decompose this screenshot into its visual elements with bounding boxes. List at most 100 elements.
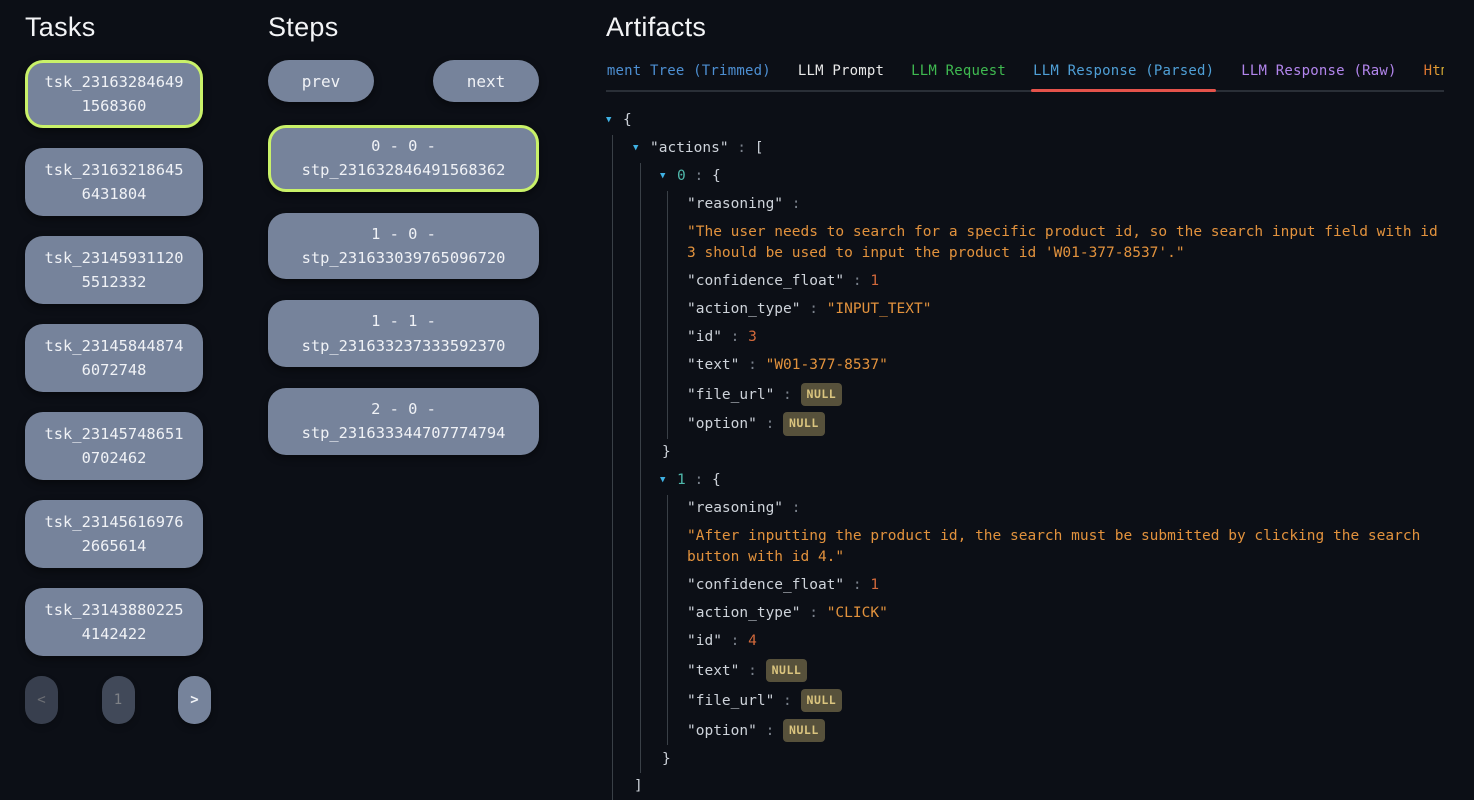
json-row: "After inputting the product id, the sea… [606, 523, 1446, 572]
json-row: "The user needs to search for a specific… [606, 219, 1446, 268]
json-colon: : [686, 472, 712, 488]
indent-guide [640, 686, 641, 716]
indent-guide [640, 745, 641, 773]
json-toggle-arrow[interactable]: ▼ [660, 166, 677, 188]
pagination-next-button[interactable]: > [178, 676, 211, 724]
tab-element-tree-trimmed[interactable]: Element Tree (Trimmed) [606, 63, 771, 92]
indent-guide [667, 379, 668, 409]
pagination-page-button[interactable]: 1 [102, 676, 135, 724]
indent-guide [612, 409, 613, 439]
indent-guide [612, 296, 613, 324]
tab-html-raw[interactable]: Html (Raw) [1424, 63, 1444, 92]
indent-guide [640, 628, 641, 656]
task-button[interactable]: tsk_231632186456431804 [25, 148, 203, 216]
indent-guide [667, 352, 668, 380]
task-button[interactable]: tsk_231438802254142422 [25, 588, 203, 656]
json-row: } [606, 745, 1446, 773]
indent-guide [612, 572, 613, 600]
indent-guide [640, 409, 641, 439]
indent-guide [612, 135, 613, 163]
indent-guide [640, 352, 641, 380]
json-row: ▼0 : { [606, 163, 1446, 191]
tab-llm-prompt[interactable]: LLM Prompt [798, 63, 884, 92]
json-toggle-arrow[interactable]: ▼ [633, 138, 650, 160]
json-array-index: 1 [677, 472, 686, 488]
indent-guide [612, 745, 613, 773]
json-punct: [ [755, 140, 764, 156]
steps-next-button[interactable]: next [433, 60, 539, 102]
json-number-value: 4 [748, 633, 757, 649]
indent-guide [640, 439, 641, 467]
json-string-value: "The user needs to search for a specific… [687, 224, 1438, 262]
json-key: "file_url" [687, 387, 774, 403]
indent-guide [612, 523, 613, 572]
task-button[interactable]: tsk_231456169762665614 [25, 500, 203, 568]
indent-guide [640, 324, 641, 352]
json-array-index: 0 [677, 168, 686, 184]
pagination-prev-button[interactable]: < [25, 676, 58, 724]
json-number-value: 1 [870, 273, 879, 289]
indent-guide [612, 324, 613, 352]
json-toggle-arrow[interactable]: ▼ [660, 470, 677, 492]
json-toggle-arrow[interactable]: ▼ [606, 110, 623, 132]
indent-guide [640, 163, 641, 191]
json-key: "text" [687, 663, 739, 679]
indent-guide [667, 191, 668, 219]
json-key: "option" [687, 723, 757, 739]
json-string-value: "After inputting the product id, the sea… [687, 528, 1420, 566]
json-row: "option" : NULL [606, 716, 1446, 746]
json-key: "actions" [650, 140, 729, 156]
task-button-label: tsk_231438802254142422 [41, 598, 187, 647]
json-null-badge: NULL [766, 659, 808, 683]
step-button[interactable]: 1 - 0 - stp_231633039765096720 [268, 213, 539, 280]
indent-guide [667, 409, 668, 439]
task-button[interactable]: tsk_231457486510702462 [25, 412, 203, 480]
task-button[interactable]: tsk_231459311205512332 [25, 236, 203, 304]
indent-guide [612, 467, 613, 495]
indent-guide [667, 716, 668, 746]
json-string-value: "W01-377-8537" [766, 357, 888, 373]
indent-guide [640, 467, 641, 495]
json-row: } [606, 439, 1446, 467]
json-colon: : [722, 329, 748, 345]
indent-guide [640, 191, 641, 219]
json-key: "option" [687, 416, 757, 432]
json-number-value: 3 [748, 329, 757, 345]
json-colon: : [801, 605, 827, 621]
step-button[interactable]: 2 - 0 - stp_231633344707774794 [268, 388, 539, 455]
task-button-label: tsk_231632186456431804 [41, 158, 187, 207]
json-string-value: "CLICK" [827, 605, 888, 621]
tab-llm-response-parsed[interactable]: LLM Response (Parsed) [1033, 63, 1214, 92]
indent-guide [612, 219, 613, 268]
indent-guide [612, 268, 613, 296]
json-key: "file_url" [687, 693, 774, 709]
indent-guide [667, 523, 668, 572]
tab-llm-response-raw[interactable]: LLM Response (Raw) [1241, 63, 1396, 92]
indent-guide [667, 324, 668, 352]
indent-guide [640, 296, 641, 324]
steps-prev-button[interactable]: prev [268, 60, 374, 102]
json-key: "action_type" [687, 605, 801, 621]
indent-guide [667, 268, 668, 296]
task-button[interactable]: tsk_231632846491568360 [25, 60, 203, 128]
json-colon: : [739, 357, 765, 373]
tab-llm-request[interactable]: LLM Request [911, 63, 1006, 92]
json-row: "confidence_float" : 1 [606, 268, 1446, 296]
json-key: "reasoning" [687, 500, 783, 516]
json-punct: } [662, 751, 671, 767]
json-null-badge: NULL [783, 412, 825, 436]
indent-guide [612, 773, 613, 800]
step-button[interactable]: 1 - 1 - stp_231633237333592370 [268, 300, 539, 367]
json-colon: : [729, 140, 755, 156]
task-button[interactable]: tsk_231458448746072748 [25, 324, 203, 392]
json-key: "action_type" [687, 301, 801, 317]
tasks-pagination: < 1 > [25, 676, 211, 724]
artifacts-panel: Artifacts Element Tree (Trimmed) LLM Prom… [606, 12, 1444, 800]
step-button[interactable]: 0 - 0 - stp_231632846491568362 [268, 125, 539, 192]
artifacts-title: Artifacts [606, 12, 1444, 43]
steps-title: Steps [268, 12, 539, 43]
indent-guide [612, 379, 613, 409]
json-colon: : [774, 387, 800, 403]
json-key: "text" [687, 357, 739, 373]
json-null-badge: NULL [783, 719, 825, 743]
